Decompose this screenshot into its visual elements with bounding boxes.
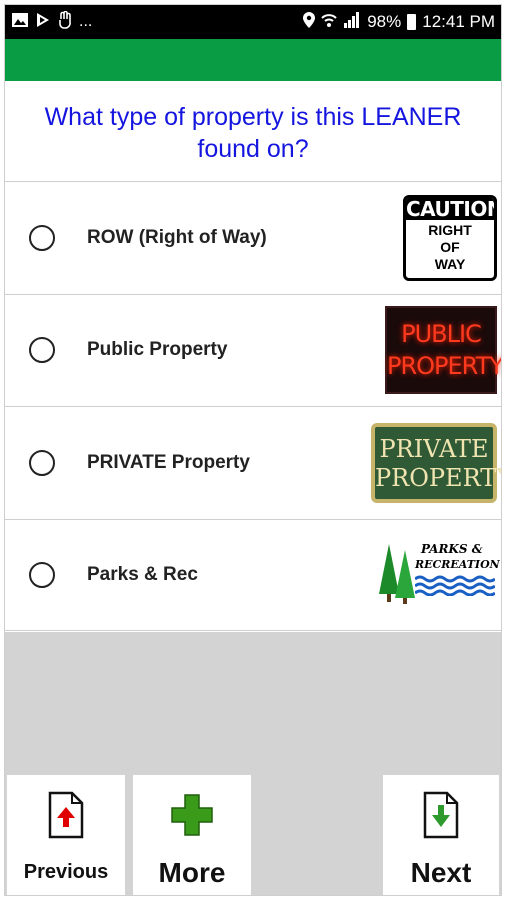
radio-button[interactable] [29,561,55,588]
public-sign-line: PROPERTY [387,352,502,381]
option-label: PRIVATE Property [87,451,250,473]
private-sign-line: PROPERTY [375,463,502,492]
caution-sign-image: CAUTION RIGHT OF WAY [403,194,497,281]
public-property-sign-image: PUBLIC PROPERTY [385,306,502,395]
option-label: ROW (Right of Way) [87,226,267,248]
more-icon: ... [79,13,93,30]
caution-sign-line: OF [440,238,460,255]
caution-sign-line: WAY [434,255,466,272]
status-right: 98% 12:41 PM [303,12,495,32]
previous-page-icon [48,789,84,841]
option-label: Public Property [87,339,228,361]
radio-button[interactable] [29,449,55,476]
more-label: More [158,857,226,888]
app-header-bar [5,39,501,81]
app-frame: ... 98% 12:41 PM What type of property i… [4,4,502,896]
private-sign-line: PRIVATE [379,434,489,463]
battery-icon [407,14,417,30]
status-time: 12:41 PM [422,12,495,31]
play-store-icon [35,12,51,32]
radio-button[interactable] [29,224,55,251]
public-sign-line: PUBLIC [401,320,482,349]
signal-icon [343,12,361,32]
radio-button[interactable] [29,337,55,364]
option-row[interactable]: Public Property PUBLIC PROPERTY [5,293,502,406]
next-button[interactable]: Next [383,775,499,895]
option-row[interactable]: PRIVATE Property PRIVATE PROPERTY [5,406,501,519]
image-icon [11,12,29,32]
status-bar: ... 98% 12:41 PM [5,5,501,39]
wifi-icon [321,12,337,32]
location-pin-icon [303,12,316,32]
plus-icon [170,789,214,841]
option-label: Parks & Rec [87,563,198,585]
parks-logo-line: PARKS & [421,541,483,556]
tree-icon [379,543,415,604]
previous-label: Previous [23,861,109,883]
question-text: What type of property is this LEANER fou… [44,103,462,163]
option-row[interactable]: ROW (Right of Way) CAUTION RIGHT OF WAY [5,181,501,294]
hand-icon [57,10,73,33]
status-left: ... [11,10,93,33]
more-button[interactable]: More [133,775,251,895]
battery-percent: 98% [367,12,402,31]
next-label: Next [410,857,472,888]
options-list: ROW (Right of Way) CAUTION RIGHT OF WAY … [5,181,501,631]
water-waves-icon [415,575,495,596]
next-page-icon [423,789,459,841]
parks-rec-logo-image: PARKS & RECREATION [377,538,500,612]
previous-button[interactable]: Previous [7,775,125,895]
private-property-sign-image: PRIVATE PROPERTY [371,422,502,503]
option-row[interactable]: Parks & Rec PARKS & RECREATION [5,518,501,631]
caution-sign-line: RIGHT [428,221,472,238]
parks-logo-line: RECREATION [415,557,500,571]
caution-sign-top: CAUTION [406,196,497,221]
